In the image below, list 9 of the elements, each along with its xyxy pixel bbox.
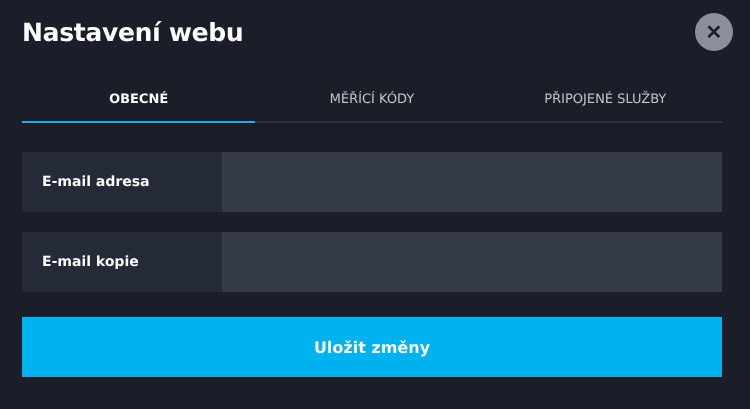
field-label: E-mail adresa [22,152,222,212]
tab[interactable]: PŘIPOJENÉ SLUŽBY [488,88,722,123]
close-button[interactable]: ✕ [695,13,733,51]
tab[interactable]: OBECNÉ [22,88,256,123]
tab[interactable]: MĚŘÍCÍ KÓDY [255,88,489,123]
input-field[interactable] [222,152,722,212]
field-label: E-mail kopie [22,232,222,292]
input-field[interactable] [222,232,722,292]
dialog-title: Nastavení webu [22,18,244,46]
